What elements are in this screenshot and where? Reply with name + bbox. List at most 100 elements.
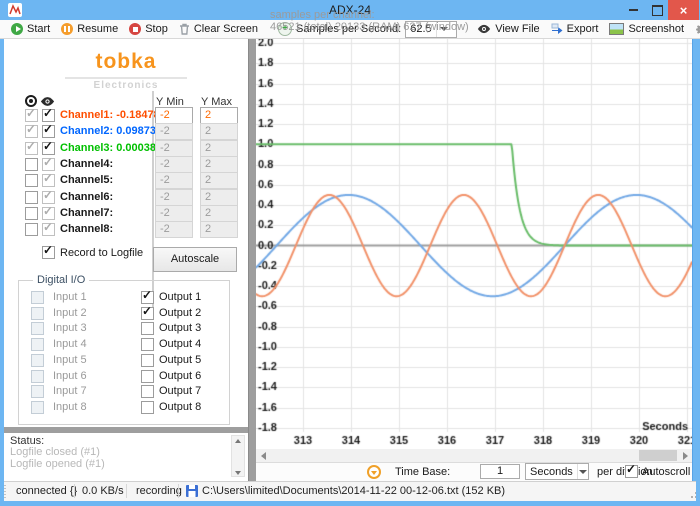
app-window: ADX-24 × Start Resume Stop Clear Screen … [0, 0, 700, 506]
scroll-down-icon[interactable] [235, 471, 241, 475]
digital-output-checkbox[interactable]: ✓ [141, 307, 154, 320]
digital-input-label: Input 8 [53, 401, 87, 413]
statusbar-segment: recording [136, 485, 182, 497]
statusbar-separator [74, 484, 75, 498]
digital-output-label: Output 4 [159, 338, 201, 350]
ymax-field[interactable]: 2 [200, 107, 238, 124]
gear-icon [695, 23, 700, 36]
window-border-bottom [0, 501, 700, 506]
channel-label: Channel8: [60, 223, 113, 235]
digital-output-label: Output 2 [159, 307, 201, 319]
channel-record-checkbox: ✓ [25, 125, 38, 138]
timebase-unit-select[interactable]: Seconds [525, 463, 589, 480]
channel-label: Channel5: [60, 174, 113, 186]
channel-visible-checkbox[interactable]: ✓ [42, 125, 55, 138]
statusbar-segment: 0.0 KB/s [82, 485, 124, 497]
channel-label: Channel7: [60, 207, 113, 219]
digital-input-checkbox [31, 338, 44, 351]
ymin-field: -2 [155, 156, 193, 173]
scroll-up-icon[interactable] [235, 439, 241, 443]
left-panel: tobka Electronics Y Min Y Max ✓ Record t… [4, 39, 248, 481]
digital-output-label: Output 5 [159, 354, 201, 366]
channel-visible-checkbox: ✓ [42, 158, 55, 171]
export-button[interactable]: Export [551, 23, 599, 35]
ymax-field: 2 [200, 123, 238, 140]
stop-button[interactable]: Stop [129, 23, 168, 35]
digital-output-label: Output 1 [159, 291, 201, 303]
record-to-logfile-checkbox[interactable]: ✓ [42, 246, 55, 259]
digital-io-rows: Input 1Input 2Input 3Input 4Input 5Input… [19, 281, 229, 424]
ymin-field: -2 [155, 123, 193, 140]
autoscroll-label: Autoscroll [642, 466, 690, 478]
channel-record-checkbox[interactable] [25, 207, 38, 220]
maximize-button[interactable] [646, 0, 668, 20]
channel-visible-checkbox: ✓ [42, 223, 55, 236]
brand-underline [65, 77, 187, 79]
window-border-right [696, 39, 700, 501]
digital-output-checkbox[interactable] [141, 354, 154, 367]
close-button[interactable]: × [668, 0, 699, 20]
autoscroll-checkbox[interactable]: ✓ [625, 465, 638, 478]
status-panel: Status: Logfile closed (#1)Logfile opene… [4, 433, 248, 480]
ymin-field: -2 [155, 172, 193, 189]
digital-input-checkbox [31, 307, 44, 320]
digital-output-label: Output 8 [159, 401, 201, 413]
collapse-panel-icon[interactable] [367, 465, 381, 479]
ymin-field: -2 [155, 140, 193, 157]
scrollbar-thumb[interactable] [639, 450, 677, 461]
trash-icon [179, 23, 190, 35]
channel-record-checkbox[interactable] [25, 223, 38, 236]
digital-output-label: Output 3 [159, 322, 201, 334]
statusbar-separator [178, 484, 179, 498]
channel-record-checkbox[interactable] [25, 174, 38, 187]
pause-icon [61, 23, 73, 35]
statusbar: connected {}0.0 KB/srecording C:\Users\l… [0, 481, 700, 501]
settings-button[interactable]: Settings [695, 23, 700, 36]
timebase-input[interactable]: 1 [480, 464, 520, 479]
scroll-left-icon[interactable] [256, 449, 270, 462]
stop-icon [129, 23, 141, 35]
channel-visible-checkbox: ✓ [42, 174, 55, 187]
image-icon [609, 23, 624, 35]
resume-button[interactable]: Resume [61, 23, 118, 35]
start-button[interactable]: Start [11, 23, 50, 35]
digital-output-label: Output 6 [159, 370, 201, 382]
digital-output-checkbox[interactable] [141, 370, 154, 383]
digital-output-checkbox[interactable] [141, 322, 154, 335]
channel-label: Channel4: [60, 158, 113, 170]
channel-visible-checkbox[interactable]: ✓ [42, 142, 55, 155]
export-arrow-icon [551, 23, 563, 35]
digital-input-label: Input 5 [53, 354, 87, 366]
channel-visible-checkbox: ✓ [42, 207, 55, 220]
digital-input-label: Input 3 [53, 322, 87, 334]
autoscale-button[interactable]: Autoscale [153, 247, 237, 272]
channel-visible-checkbox[interactable]: ✓ [42, 109, 55, 122]
status-scrollbar[interactable] [231, 435, 245, 477]
channel-record-checkbox[interactable] [25, 191, 38, 204]
channel-label: Channel6: [60, 191, 113, 203]
start-icon [11, 23, 23, 35]
digital-input-label: Input 2 [53, 307, 87, 319]
digital-output-checkbox[interactable] [141, 338, 154, 351]
ymax-field: 2 [200, 205, 238, 222]
digital-output-checkbox[interactable] [141, 401, 154, 414]
timebase-bar: Time Base: 1 Seconds per division ✓ Auto… [256, 462, 692, 481]
digital-input-label: Input 7 [53, 385, 87, 397]
ymin-field[interactable]: -2 [155, 107, 193, 124]
ymax-field: 2 [200, 189, 238, 206]
chart-horizontal-scrollbar[interactable] [256, 449, 692, 462]
channel-record-checkbox[interactable] [25, 158, 38, 171]
minimize-button[interactable] [622, 0, 644, 20]
digital-output-checkbox[interactable]: ✓ [141, 291, 154, 304]
view-file-button[interactable]: View File [477, 23, 539, 35]
vertical-splitter[interactable] [248, 39, 256, 481]
scroll-right-icon[interactable] [678, 449, 692, 462]
brand-logo: tobka [65, 50, 187, 74]
window-border-left [0, 39, 4, 501]
waveform-plot[interactable] [256, 39, 692, 449]
digital-output-label: Output 7 [159, 385, 201, 397]
screenshot-button[interactable]: Screenshot [609, 23, 684, 35]
clear-screen-button[interactable]: Clear Screen [179, 23, 258, 35]
digital-output-checkbox[interactable] [141, 385, 154, 398]
eye-icon [477, 24, 491, 34]
